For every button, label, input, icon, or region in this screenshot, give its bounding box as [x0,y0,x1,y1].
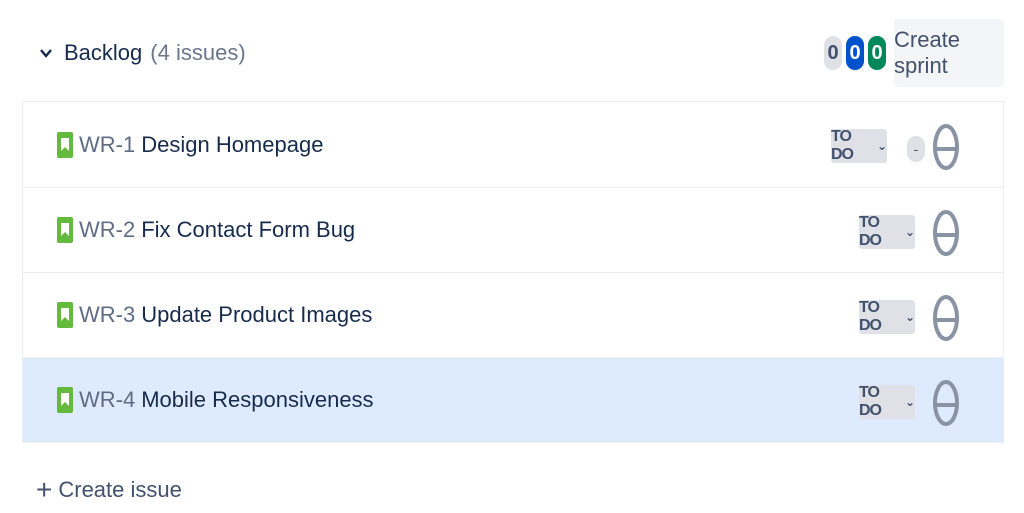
issue-row[interactable]: WR-3 Update Product Images TO DO ⌄ [23,272,1003,357]
status-label: TO DO [859,214,882,249]
story-icon [57,217,73,243]
estimate-badge[interactable]: - [907,136,925,162]
create-sprint-button[interactable]: Create sprint [894,19,1004,87]
status-dropdown[interactable]: TO DO ⌄ [859,214,915,249]
issue-key[interactable]: WR-4 [79,387,135,413]
issue-list: WR-1 Design Homepage TO DO ⌄ - WR-2 Fix C… [22,101,1004,443]
issue-key[interactable]: WR-1 [79,132,135,158]
unassigned-avatar-icon[interactable] [931,208,961,258]
issue-summary: Update Product Images [141,302,373,327]
chevron-down-icon: ⌄ [904,225,915,239]
status-label: TO DO [859,384,882,419]
issue-summary: Mobile Responsiveness [141,387,374,412]
unassigned-avatar-icon[interactable] [931,293,961,343]
story-icon [57,387,73,413]
todo-count-badge: 0 [824,36,842,70]
backlog-title: Backlog [64,40,143,65]
chevron-down-icon: ⌄ [904,395,915,409]
issue-row-selected[interactable]: WR-4 Mobile Responsiveness TO DO ⌄ [23,357,1003,442]
plus-icon: + [36,474,53,505]
unassigned-avatar-icon[interactable] [931,378,961,428]
issue-row[interactable]: WR-1 Design Homepage TO DO ⌄ - [23,102,1003,187]
done-count-badge: 0 [868,36,886,70]
issue-count: (4 issues) [150,40,246,65]
backlog-header: Backlog (4 issues) 0 0 0 Create sprint [22,18,1004,88]
story-icon [57,302,73,328]
status-dropdown[interactable]: TO DO ⌄ [859,299,915,334]
status-dropdown[interactable]: TO DO ⌄ [859,384,915,419]
issue-key[interactable]: WR-2 [79,217,135,243]
issue-row[interactable]: WR-2 Fix Contact Form Bug TO DO ⌄ [23,187,1003,272]
chevron-down-icon: ⌄ [904,310,915,324]
issue-summary: Design Homepage [141,131,324,157]
chevron-down-icon: ⌄ [876,139,887,153]
status-label: TO DO [831,128,854,163]
chevron-down-icon[interactable] [32,39,60,67]
story-icon [57,131,73,158]
issue-key[interactable]: WR-3 [79,302,135,328]
status-dropdown[interactable]: TO DO ⌄ [831,128,887,163]
create-issue-label: Create issue [58,477,182,502]
unassigned-avatar-icon[interactable] [931,122,961,172]
create-issue-button[interactable]: + Create issue [36,472,182,508]
in-progress-count-badge: 0 [846,36,864,70]
issue-summary: Fix Contact Form Bug [141,217,356,242]
status-label: TO DO [859,299,882,334]
